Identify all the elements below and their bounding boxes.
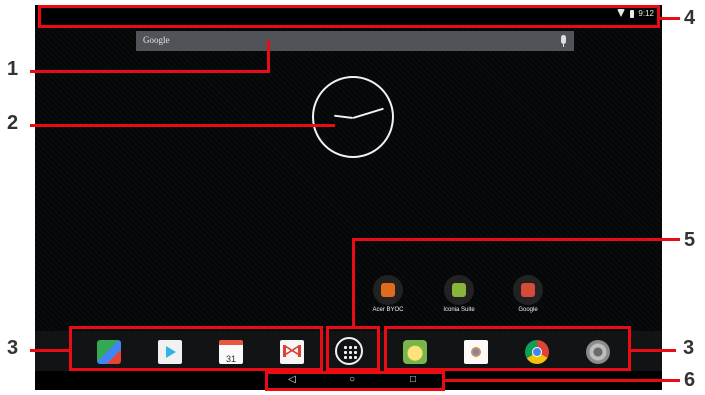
leader-line-2 [30,124,335,127]
leader-line-5 [352,238,680,241]
leader-line-3-left [30,349,70,352]
callout-box-dock-left [69,326,323,371]
callout-number-4: 4 [684,7,696,29]
analog-clock-widget[interactable] [312,76,394,158]
shortcut-google[interactable]: Google [498,275,558,313]
callout-number-1: 1 [7,58,19,80]
iconia-suite-icon [444,275,474,305]
shortcut-iconia-suite[interactable]: Iconia Suite [429,275,489,313]
acer-byoc-icon [373,275,403,305]
shortcut-label: Acer BYOC [372,307,404,313]
callout-number-3-right: 3 [683,337,695,359]
callout-number-6: 6 [684,369,696,391]
callout-number-3-left: 3 [7,337,19,359]
search-label: Google [143,35,170,45]
leader-line-3-right [631,349,676,352]
leader-line-1 [30,70,270,73]
google-plus-icon [513,275,543,305]
clock-hour-hand [334,114,354,119]
callout-box-status-bar [38,5,660,28]
callout-box-nav-bar [265,371,445,391]
callout-number-5: 5 [684,229,696,251]
microphone-icon[interactable] [561,35,566,47]
leader-line-4 [660,17,680,20]
callout-box-all-apps [326,326,380,371]
leader-line-5 [352,238,355,326]
leader-line-1 [267,40,270,73]
shortcut-label: Google [518,307,538,313]
shortcut-label: Iconia Suite [443,307,475,313]
clock-minute-hand [352,107,384,119]
shortcut-acer-byoc[interactable]: Acer BYOC [358,275,418,313]
google-search-bar[interactable]: Google [136,31,574,51]
callout-box-dock-right [384,326,631,371]
callout-number-2: 2 [7,112,19,134]
leader-line-6 [445,379,680,382]
